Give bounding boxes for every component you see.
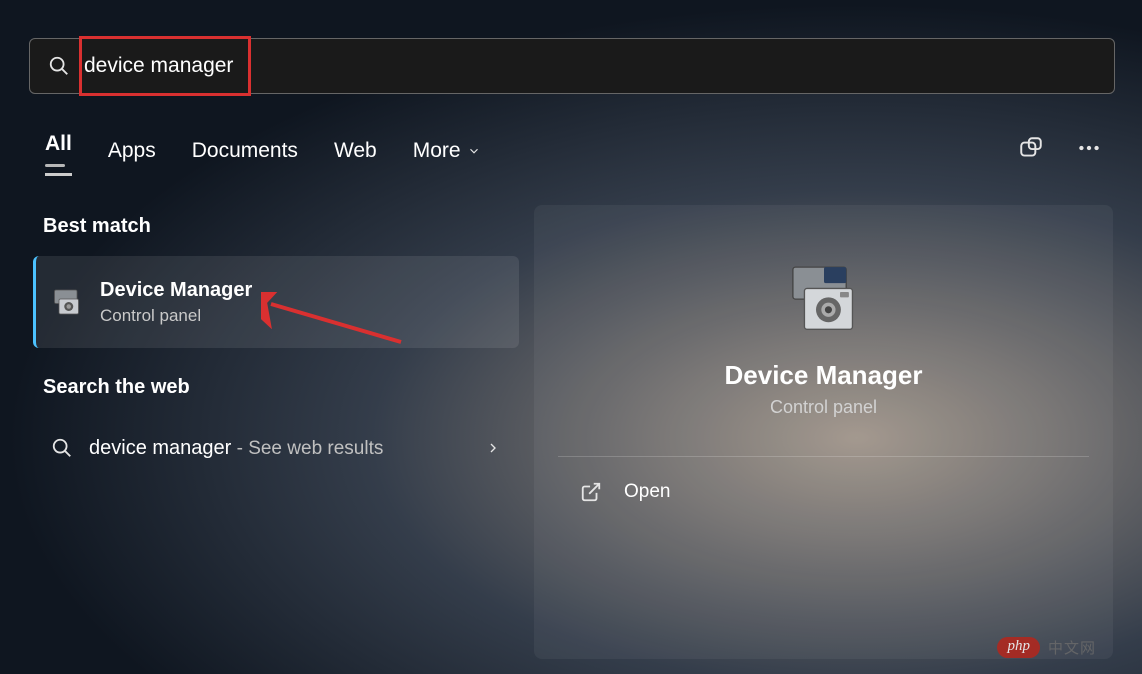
- search-web-header: Search the web: [43, 376, 519, 399]
- search-bar[interactable]: [29, 38, 1115, 94]
- web-result-item[interactable]: device manager - See web results: [33, 417, 519, 479]
- best-match-header: Best match: [43, 215, 519, 238]
- tab-documents[interactable]: Documents: [192, 139, 298, 169]
- best-match-text: Device Manager Control panel: [100, 279, 252, 326]
- watermark-text: 中文网: [1048, 637, 1096, 658]
- search-input[interactable]: [84, 54, 984, 78]
- top-right-actions: [1018, 135, 1102, 161]
- tab-web[interactable]: Web: [334, 139, 377, 169]
- open-external-icon: [580, 481, 602, 503]
- web-result-query: device manager: [89, 437, 231, 459]
- search-icon: [48, 55, 70, 77]
- watermark: php 中文网: [997, 637, 1096, 658]
- filter-tabs: All Apps Documents Web More: [45, 132, 481, 176]
- tab-more[interactable]: More: [413, 139, 481, 169]
- best-match-subtitle: Control panel: [100, 306, 252, 326]
- device-manager-icon: [50, 284, 86, 320]
- details-subtitle: Control panel: [534, 397, 1113, 418]
- watermark-pill: php: [997, 637, 1040, 658]
- chevron-right-icon: [485, 440, 501, 456]
- details-title: Device Manager: [534, 360, 1113, 391]
- web-result-text: device manager - See web results: [89, 437, 383, 460]
- web-result-suffix: - See web results: [231, 438, 383, 459]
- chevron-down-icon: [467, 144, 481, 158]
- tab-more-label: More: [413, 139, 461, 163]
- tab-all[interactable]: All: [45, 132, 72, 176]
- results-left-column: Best match Device Manager Control panel …: [33, 215, 519, 479]
- chat-icon[interactable]: [1018, 135, 1044, 161]
- open-action[interactable]: Open: [534, 457, 1113, 527]
- best-match-title: Device Manager: [100, 279, 252, 302]
- open-label: Open: [624, 481, 670, 503]
- search-icon: [51, 437, 73, 459]
- best-match-result[interactable]: Device Manager Control panel: [33, 256, 519, 348]
- details-panel: Device Manager Control panel Open: [534, 205, 1113, 659]
- tab-apps[interactable]: Apps: [108, 139, 156, 169]
- more-options-icon[interactable]: [1076, 135, 1102, 161]
- device-manager-large-icon: [779, 260, 869, 340]
